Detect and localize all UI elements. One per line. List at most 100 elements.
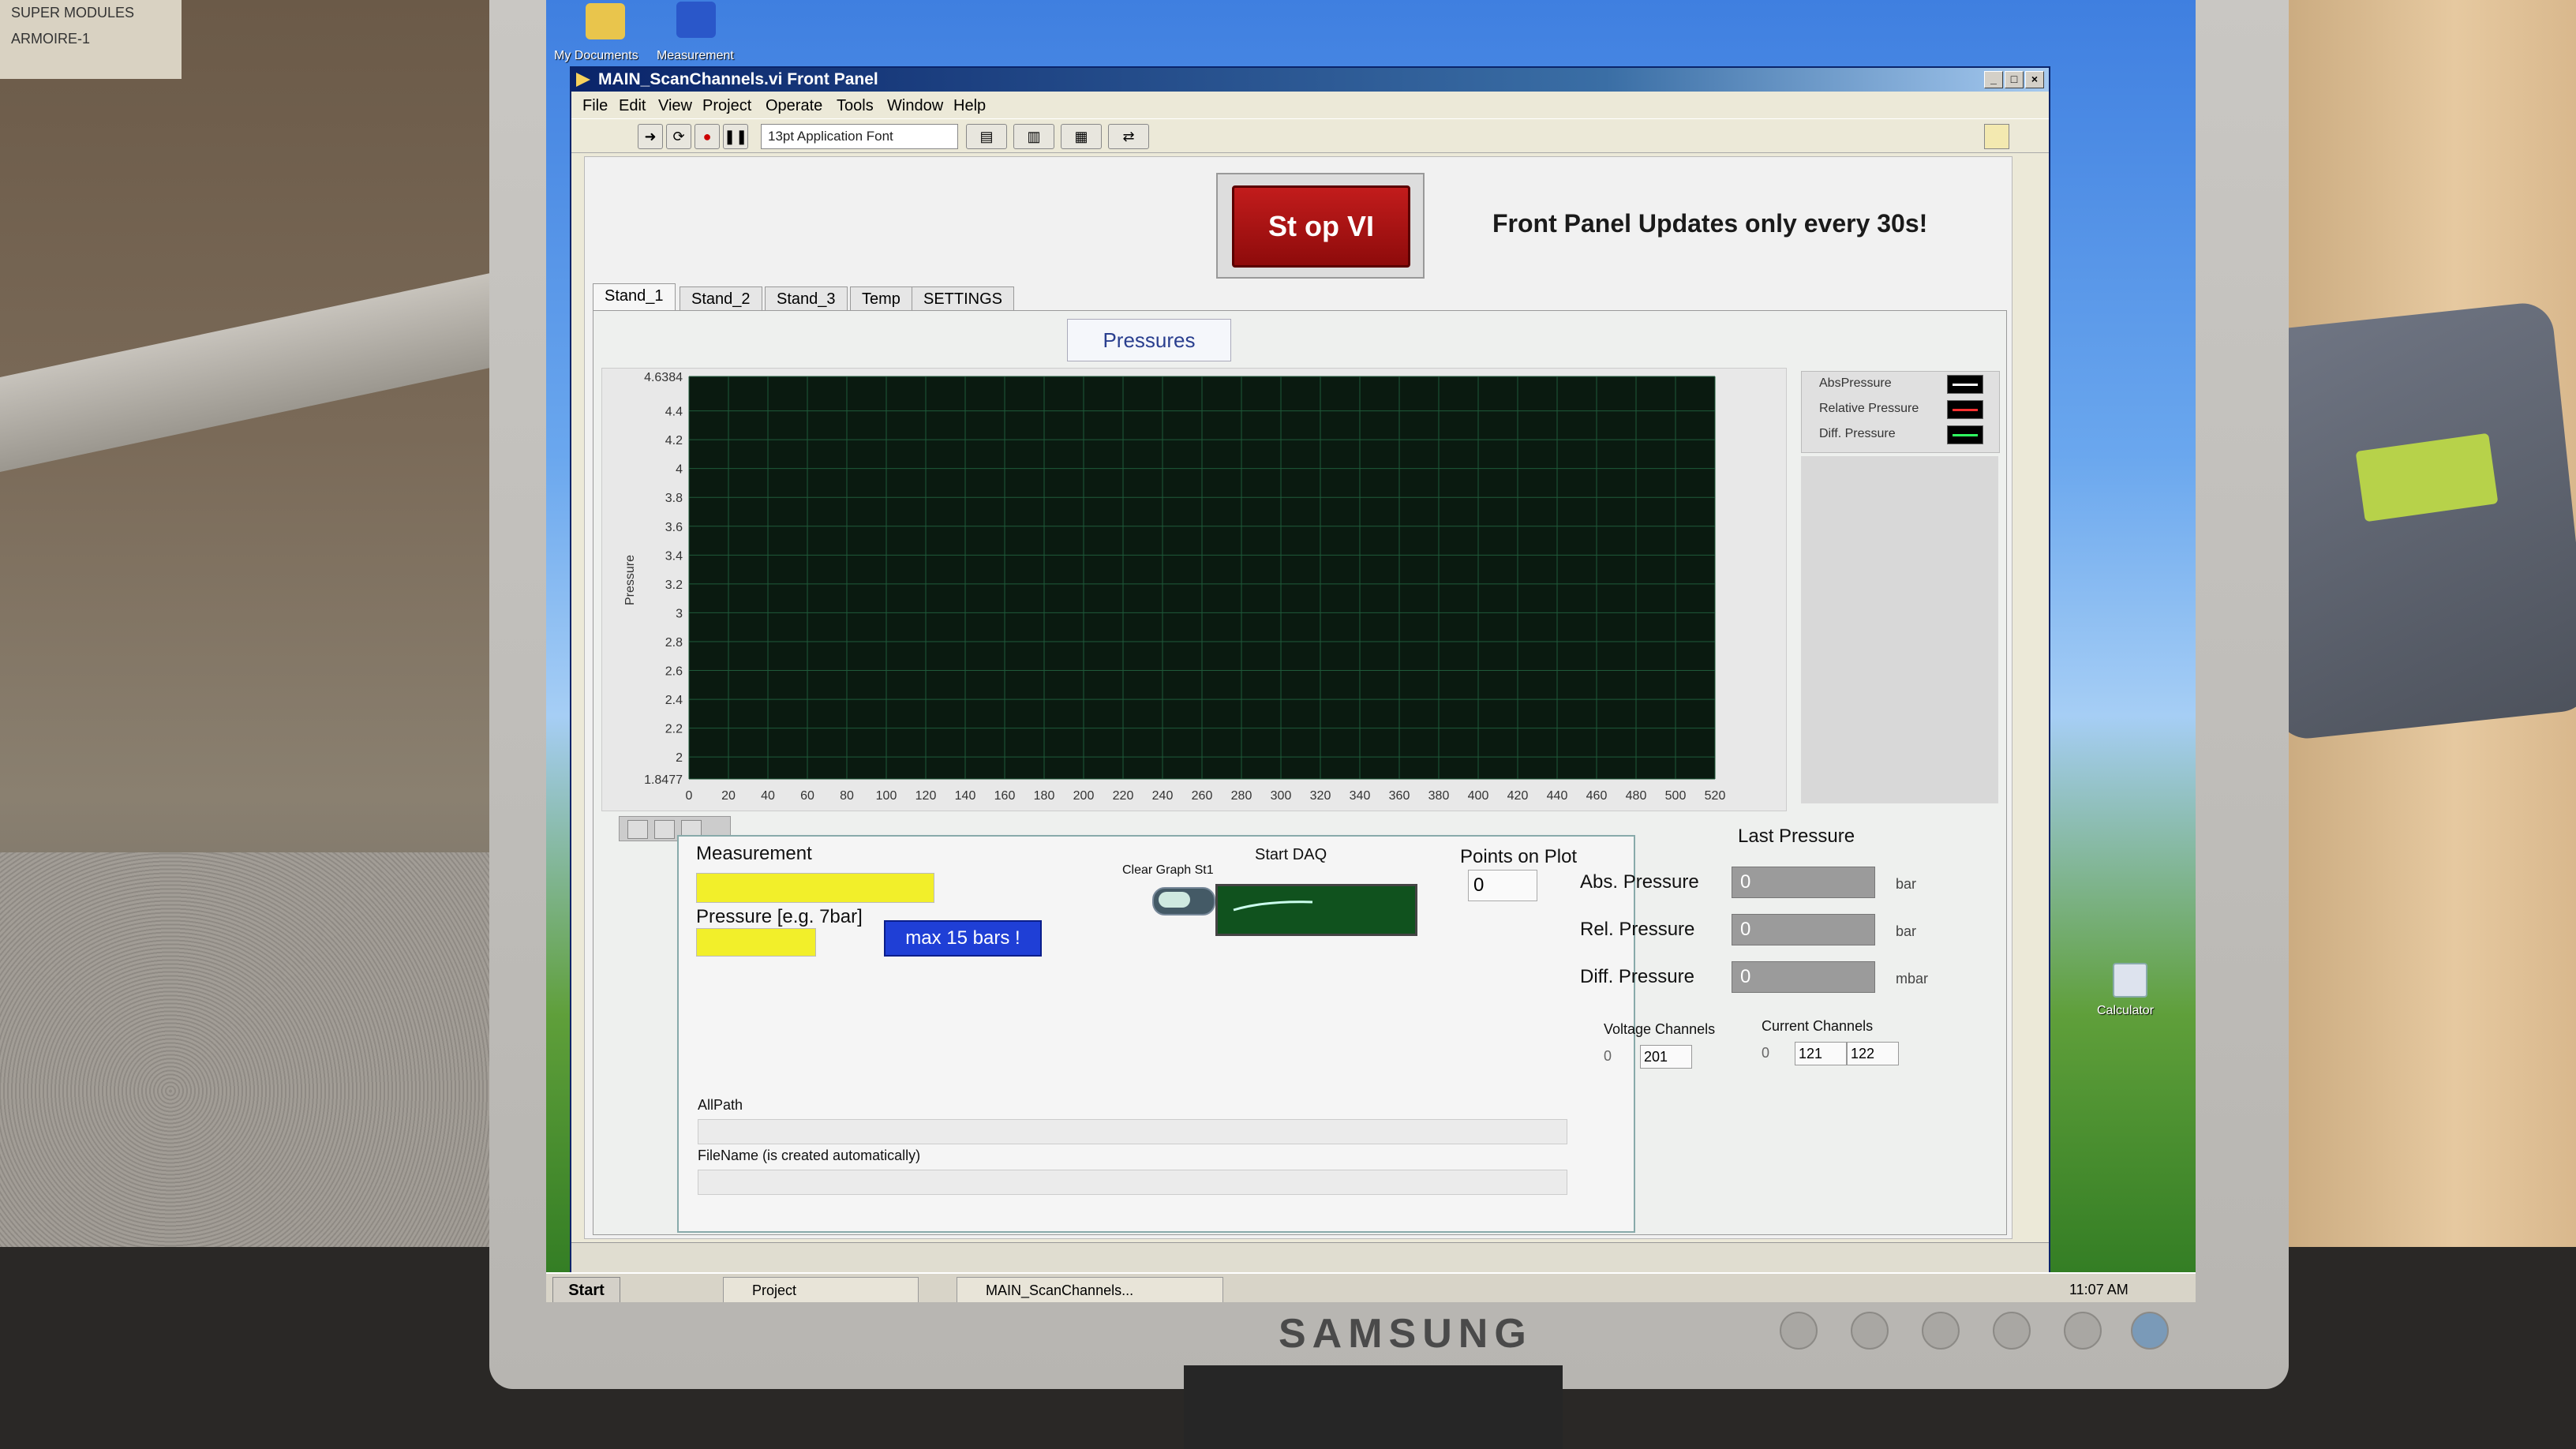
y-axis-label: Pressure bbox=[623, 555, 637, 605]
y-tick-label: 2.2 bbox=[665, 723, 683, 736]
current-index[interactable]: 0 bbox=[1762, 1042, 1790, 1064]
x-tick-label: 520 bbox=[1705, 789, 1726, 803]
run-continuous-icon[interactable]: ⟳ bbox=[666, 124, 691, 149]
pressure-field[interactable] bbox=[696, 928, 816, 957]
x-tick-label: 380 bbox=[1428, 789, 1450, 803]
tab-settings[interactable]: SETTINGS bbox=[912, 286, 1015, 311]
start-daq-button[interactable] bbox=[1215, 884, 1417, 936]
clear-graph-toggle[interactable] bbox=[1152, 887, 1215, 915]
paper-note: SUPER MODULES ARMOIRE-1 bbox=[0, 0, 182, 79]
x-tick-label: 180 bbox=[1034, 789, 1055, 803]
cursor-tool-icon[interactable] bbox=[627, 820, 648, 839]
tab-stand-2[interactable]: Stand_2 bbox=[680, 286, 762, 311]
start-button[interactable]: Start bbox=[552, 1277, 620, 1302]
x-tick-label: 280 bbox=[1231, 789, 1252, 803]
monitor-button-3[interactable] bbox=[1922, 1312, 1960, 1350]
allpath-label: AllPath bbox=[698, 1097, 743, 1113]
y-tick-label: 2.8 bbox=[665, 636, 683, 650]
current-channel-value-2[interactable]: 122 bbox=[1847, 1042, 1899, 1065]
align-icon[interactable]: ▤ bbox=[966, 124, 1007, 149]
menu-bar: File Edit View Project Operate Tools Win… bbox=[571, 93, 2049, 117]
legend-swatch-abs[interactable] bbox=[1947, 375, 1983, 394]
points-on-plot-field[interactable]: 0 bbox=[1468, 870, 1537, 901]
y-tick-label: 3.8 bbox=[665, 492, 683, 505]
desktop-icon-label: Measurement bbox=[657, 49, 734, 62]
reorder-icon[interactable]: ⇄ bbox=[1108, 124, 1149, 149]
pressure-graph[interactable]: 4.6384 4.4 4.2 4 3.8 3.6 3.4 3.2 3 2.8 2.6 2.4 2.2 2 1… bbox=[601, 368, 1787, 811]
legend-swatch-diff[interactable] bbox=[1947, 425, 1983, 444]
zoom-tool-icon[interactable] bbox=[654, 820, 675, 839]
monitor-button-5[interactable] bbox=[2064, 1312, 2102, 1350]
x-tick-label: 320 bbox=[1310, 789, 1331, 803]
tab-content: Pressures 4.6384 4.4 4.2 4 3.8 3.6 3.4 3.2 3 2.8 2… bbox=[593, 310, 2007, 1235]
abort-icon[interactable]: ● bbox=[695, 124, 720, 149]
folder-icon[interactable] bbox=[586, 3, 625, 39]
menu-view[interactable]: View bbox=[658, 97, 692, 115]
title-bar[interactable]: MAIN_ScanChannels.vi Front Panel _ □ × bbox=[571, 68, 2049, 92]
monitor-brand: SAMSUNG bbox=[1279, 1311, 1533, 1357]
pressure-chart-svg: 4.6384 4.4 4.2 4 3.8 3.6 3.4 3.2 3 2.8 2.6 2.4 2.2 2 1… bbox=[623, 371, 1726, 803]
calculator-icon[interactable] bbox=[2113, 963, 2147, 998]
task-project[interactable]: Project bbox=[723, 1277, 919, 1302]
points-on-plot-label: Points on Plot bbox=[1460, 846, 1578, 867]
measurement-icon[interactable] bbox=[676, 2, 716, 38]
y-tick-label: 3.2 bbox=[665, 578, 683, 592]
x-tick-label: 500 bbox=[1665, 789, 1687, 803]
monitor-button-2[interactable] bbox=[1851, 1312, 1889, 1350]
close-button[interactable]: × bbox=[2025, 71, 2044, 88]
menu-help[interactable]: Help bbox=[953, 97, 986, 115]
task-main-scanchannels[interactable]: MAIN_ScanChannels... bbox=[957, 1277, 1223, 1302]
x-tick-label: 0 bbox=[686, 789, 693, 803]
start-daq-label: Start DAQ bbox=[1255, 846, 1327, 863]
menu-file[interactable]: File bbox=[582, 97, 608, 115]
font-selector[interactable]: 13pt Application Font bbox=[761, 124, 958, 149]
x-tick-label: 340 bbox=[1350, 789, 1371, 803]
y-tick-label: 3.6 bbox=[665, 521, 683, 534]
y-tick-label: 4.2 bbox=[665, 434, 683, 447]
x-tick-label: 460 bbox=[1586, 789, 1608, 803]
daq-button-curve bbox=[1233, 900, 1313, 912]
x-tick-label: 60 bbox=[800, 789, 814, 803]
run-arrow-icon[interactable]: ➜ bbox=[638, 124, 663, 149]
voltage-channels-label: Voltage Channels bbox=[1604, 1021, 1716, 1037]
legend-swatch-relative[interactable] bbox=[1947, 400, 1983, 419]
tab-stand-1[interactable]: Stand_1 bbox=[593, 283, 676, 311]
resize-icon[interactable]: ▦ bbox=[1061, 124, 1102, 149]
plot-legend[interactable]: AbsPressure Relative Pressure Diff. Pres… bbox=[1801, 371, 2000, 453]
x-tick-label: 480 bbox=[1626, 789, 1647, 803]
minimize-button[interactable]: _ bbox=[1984, 71, 2003, 88]
measurement-field[interactable] bbox=[696, 873, 934, 903]
y-tick-label: 3 bbox=[676, 607, 683, 620]
power-button[interactable] bbox=[2131, 1312, 2169, 1350]
y-tick-label: 4.6384 bbox=[644, 371, 683, 384]
voltage-channel-value[interactable]: 201 bbox=[1640, 1045, 1692, 1069]
distribute-icon[interactable]: ▥ bbox=[1013, 124, 1054, 149]
rel-pressure-label: Rel. Pressure bbox=[1580, 919, 1695, 940]
status-bar bbox=[571, 1242, 2049, 1273]
voltage-index[interactable]: 0 bbox=[1604, 1045, 1632, 1067]
monitor-button-4[interactable] bbox=[1993, 1312, 2031, 1350]
menu-edit[interactable]: Edit bbox=[619, 97, 646, 115]
y-tick-label: 3.4 bbox=[665, 549, 683, 563]
x-tick-label: 300 bbox=[1271, 789, 1292, 803]
stop-vi-button[interactable]: St op VI bbox=[1232, 185, 1410, 268]
menu-window[interactable]: Window bbox=[887, 97, 943, 115]
tab-stand-3[interactable]: Stand_3 bbox=[765, 286, 848, 311]
x-tick-label: 100 bbox=[876, 789, 897, 803]
menu-operate[interactable]: Operate bbox=[766, 97, 822, 115]
tab-temp[interactable]: Temp bbox=[850, 286, 912, 311]
current-channel-value-1[interactable]: 121 bbox=[1795, 1042, 1847, 1065]
allpath-field[interactable] bbox=[698, 1119, 1567, 1144]
monitor-button-1[interactable] bbox=[1780, 1312, 1818, 1350]
note-line-2: ARMOIRE-1 bbox=[11, 31, 91, 47]
help-icon[interactable] bbox=[1984, 124, 2009, 149]
screen: My Documents Measurement Calculator MAIN… bbox=[546, 0, 2196, 1302]
menu-project[interactable]: Project bbox=[702, 97, 751, 115]
menu-tools[interactable]: Tools bbox=[837, 97, 874, 115]
abs-pressure-value: 0 bbox=[1732, 867, 1875, 898]
x-tick-label: 140 bbox=[955, 789, 976, 803]
filename-field[interactable] bbox=[698, 1170, 1567, 1195]
rel-pressure-value: 0 bbox=[1732, 914, 1875, 945]
pause-icon[interactable]: ❚❚ bbox=[723, 124, 748, 149]
maximize-button[interactable]: □ bbox=[2005, 71, 2024, 88]
